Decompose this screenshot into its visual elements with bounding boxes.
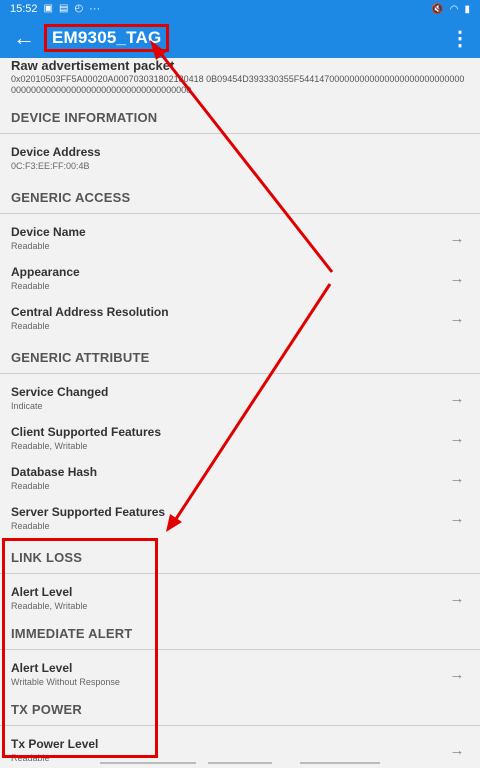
list-item-device-address: Device Address 0C:F3:EE:FF:00:4B (0, 138, 480, 178)
arrow-right-icon[interactable]: → (445, 430, 469, 447)
item-subtitle: Readable (11, 320, 50, 331)
arrow-right-icon[interactable]: → (445, 470, 469, 487)
item-title: Central Address Resolution (11, 304, 169, 319)
item-title: Tx Power Level (11, 736, 99, 751)
item-subtitle: 0C:F3:EE:FF:00:4B (11, 160, 90, 171)
section-header-device-information: DEVICE INFORMATION (0, 102, 480, 134)
item-subtitle: Readable (11, 520, 50, 531)
item-title: Alert Level (11, 584, 73, 599)
section-header-immediate-alert: IMMEDIATE ALERT (0, 618, 480, 650)
item-title: Device Address (11, 144, 101, 159)
item-title: Device Name (11, 224, 86, 239)
item-title: Alert Level (11, 660, 73, 675)
sync-notification-icon: ◴ (74, 3, 84, 14)
wifi-icon: ◠ (449, 3, 459, 15)
raw-advertisement-title: Raw advertisement packet (11, 58, 175, 73)
item-subtitle: Readable (11, 480, 50, 491)
arrow-right-icon[interactable]: → (445, 230, 469, 247)
arrow-right-icon[interactable]: → (445, 310, 469, 327)
status-time: 15:52 (10, 3, 38, 15)
app-bar: ← EM9305_TAG ⋮ (0, 18, 480, 58)
raw-advertisement-section: Raw advertisement packet 0x02010503FF5A0… (0, 58, 480, 102)
item-subtitle: Readable, Writable (11, 440, 88, 451)
arrow-left-icon: ← (13, 25, 35, 50)
section-header-generic-access: GENERIC ACCESS (0, 182, 480, 214)
list-item-central-address-resolution[interactable]: Central Address Resolution Readable → (0, 298, 480, 338)
more-vert-icon: ⋮ (450, 27, 470, 50)
item-subtitle: Readable (11, 240, 50, 251)
item-subtitle: Writable Without Response (11, 676, 120, 687)
list-item-database-hash[interactable]: Database Hash Readable → (0, 458, 480, 498)
status-right: 🔇 ◠ ▮ (431, 4, 470, 15)
item-title: Service Changed (11, 384, 109, 399)
list-item-appearance[interactable]: Appearance Readable → (0, 258, 480, 298)
arrow-right-icon[interactable]: → (445, 510, 469, 527)
arrow-right-icon[interactable]: → (445, 270, 469, 287)
item-subtitle: Readable (11, 280, 50, 291)
status-left: 15:52 ▣ ▤ ◴ ··· (10, 3, 100, 15)
battery-icon: ▮ (464, 3, 470, 15)
list-item-alert-level-immediate-alert[interactable]: Alert Level Writable Without Response → (0, 654, 480, 694)
status-bar: 15:52 ▣ ▤ ◴ ··· 🔇 ◠ ▮ (0, 0, 480, 18)
status-overflow: ··· (89, 3, 101, 15)
nav-hint-right (300, 762, 380, 764)
more-options-button[interactable]: ⋮ (440, 18, 480, 58)
section-header-generic-attribute: GENERIC ATTRIBUTE (0, 342, 480, 374)
item-title: Appearance (11, 264, 80, 279)
item-subtitle: Indicate (11, 400, 43, 411)
arrow-right-icon[interactable]: → (445, 590, 469, 607)
item-subtitle: Readable, Writable (11, 600, 88, 611)
arrow-right-icon[interactable]: → (445, 666, 469, 683)
arrow-right-icon[interactable]: → (445, 390, 469, 407)
list-item-service-changed[interactable]: Service Changed Indicate → (0, 378, 480, 418)
service-list: Raw advertisement packet 0x02010503FF5A0… (0, 58, 480, 768)
arrow-right-icon[interactable]: → (445, 742, 469, 759)
item-title: Client Supported Features (11, 424, 162, 439)
raw-advertisement-value: 0x02010503FF5A00020A000703031802180418 0… (11, 74, 465, 95)
section-header-tx-power: TX POWER (0, 694, 480, 726)
nav-hint-left (100, 762, 196, 764)
item-title: Database Hash (11, 464, 98, 479)
mute-icon: 🔇 (431, 3, 444, 15)
gallery-notification-icon: ▤ (58, 3, 69, 14)
section-header-link-loss: LINK LOSS (0, 542, 480, 574)
page-title: EM9305_TAG (44, 24, 170, 52)
item-title: Server Supported Features (11, 504, 166, 519)
nav-hint-center (208, 762, 272, 764)
list-item-alert-level-link-loss[interactable]: Alert Level Readable, Writable → (0, 578, 480, 618)
list-item-client-supported-features[interactable]: Client Supported Features Readable, Writ… (0, 418, 480, 458)
image-notification-icon: ▣ (43, 3, 53, 14)
list-item-device-name[interactable]: Device Name Readable → (0, 218, 480, 258)
list-item-server-supported-features[interactable]: Server Supported Features Readable → (0, 498, 480, 538)
back-button[interactable]: ← (0, 18, 48, 58)
